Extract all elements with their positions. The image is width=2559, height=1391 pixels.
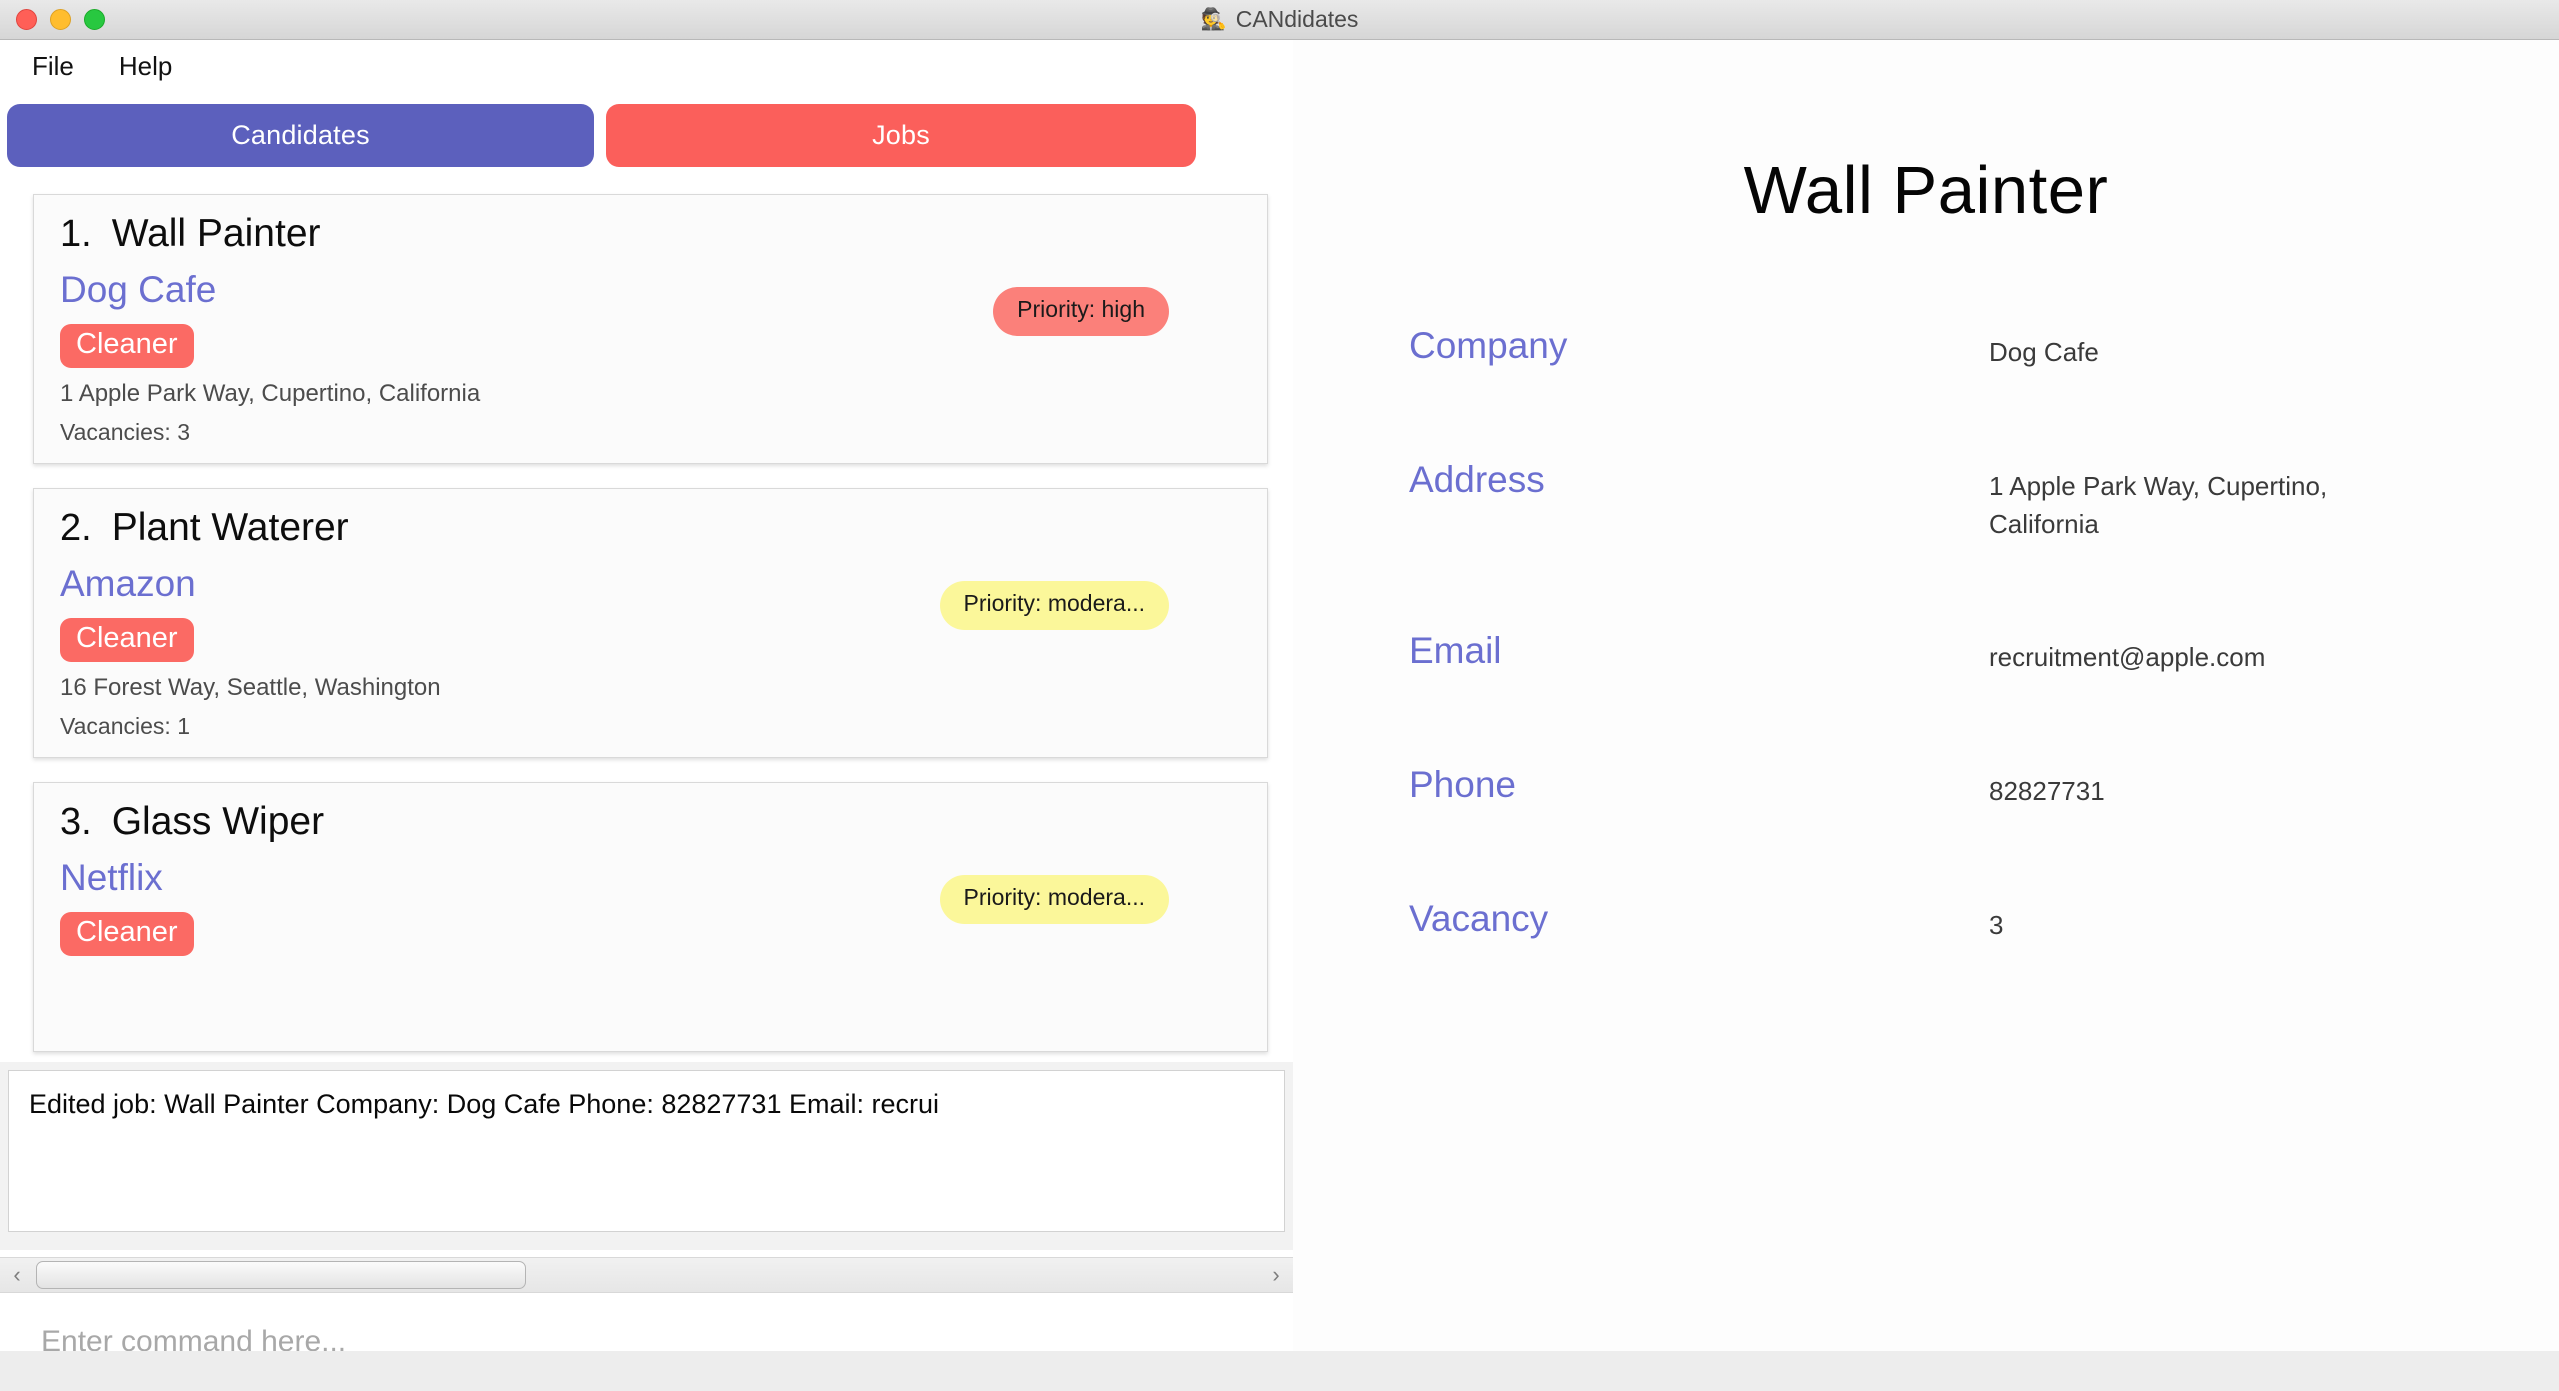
job-card-title: Glass Wiper: [111, 800, 325, 843]
detail-row-company: Company Dog Cafe: [1293, 326, 2559, 372]
menu-file[interactable]: File: [32, 51, 74, 82]
menu-bar: File Help: [0, 40, 1293, 93]
scrollbar-thumb[interactable]: [36, 1261, 526, 1289]
detail-label: Email: [1409, 630, 1502, 672]
candidates-app-icon: 🕵: [1200, 8, 1227, 31]
detail-label: Address: [1409, 459, 1545, 501]
menu-help[interactable]: Help: [119, 51, 172, 82]
detail-row-vacancy: Vacancy 3: [1293, 897, 2559, 945]
detail-value: Dog Cafe: [1989, 337, 2099, 368]
left-pane: File Help Candidates Jobs 1. Wall Painte…: [0, 40, 1293, 1391]
tab-bar: Candidates Jobs: [0, 93, 1293, 167]
job-card-tag: Cleaner: [60, 323, 194, 368]
detail-value: 82827731: [1989, 776, 2105, 807]
window-title-text: CANdidates: [1235, 6, 1359, 32]
traffic-light-group: [16, 9, 105, 30]
result-text: Edited job: Wall Painter Company: Dog Ca…: [29, 1089, 939, 1119]
detail-row-address: Address 1 Apple Park Way, Cupertino, Cal…: [1293, 459, 2559, 543]
detail-row-email: Email recruitment@apple.com: [1293, 631, 2559, 677]
job-card-title: Wall Painter: [111, 212, 321, 255]
horizontal-scrollbar[interactable]: ‹ ›: [0, 1257, 1293, 1293]
job-card-vacancies: Vacancies: 3: [60, 418, 190, 445]
detail-pane: Wall Painter Company Dog Cafe Address 1 …: [1293, 40, 2559, 1391]
job-card-tag: Cleaner: [60, 617, 194, 662]
job-card-priority-badge: Priority: modera...: [939, 875, 1169, 924]
close-window-button[interactable]: [16, 9, 37, 30]
detail-value: recruitment@apple.com: [1989, 642, 2266, 673]
job-card-heading: 2. Plant Waterer: [60, 506, 1241, 550]
tab-jobs[interactable]: Jobs: [606, 104, 1196, 167]
window-titlebar: 🕵 CANdidates: [0, 0, 2559, 40]
detail-title: Wall Painter: [1743, 153, 2109, 228]
job-card-title: Plant Waterer: [111, 506, 349, 549]
job-card-vacancies: Vacancies: 1: [60, 712, 190, 739]
job-card-index: 3.: [60, 801, 92, 843]
result-panel: Edited job: Wall Painter Company: Dog Ca…: [0, 1062, 1293, 1250]
scrollbar-track[interactable]: [34, 1258, 1259, 1292]
job-card-tag: Cleaner: [60, 911, 194, 956]
job-card-heading: 1. Wall Painter: [60, 212, 1241, 256]
job-card-index: 1.: [60, 213, 92, 255]
job-card-priority-badge: Priority: modera...: [939, 581, 1169, 630]
job-card-address: 1 Apple Park Way, Cupertino, California: [60, 379, 481, 407]
detail-label: Company: [1409, 325, 1568, 367]
window-bottom-strip: [0, 1351, 2559, 1391]
result-box: Edited job: Wall Painter Company: Dog Ca…: [8, 1070, 1285, 1232]
job-card-heading: 3. Glass Wiper: [60, 800, 1241, 844]
job-card-index: 2.: [60, 507, 92, 549]
job-card[interactable]: 1. Wall Painter Dog Cafe Cleaner 1 Apple…: [33, 194, 1268, 464]
scroll-right-arrow-icon[interactable]: ›: [1259, 1262, 1293, 1288]
detail-row-phone: Phone 82827731: [1293, 764, 2559, 811]
minimize-window-button[interactable]: [50, 9, 71, 30]
detail-field-list: Company Dog Cafe Address 1 Apple Park Wa…: [1293, 326, 2559, 944]
scroll-left-arrow-icon[interactable]: ‹: [0, 1262, 34, 1288]
tab-candidates[interactable]: Candidates: [7, 104, 594, 167]
job-card[interactable]: 3. Glass Wiper Netflix Cleaner Priority:…: [33, 782, 1268, 1052]
job-card-address: 16 Forest Way, Seattle, Washington: [60, 673, 441, 701]
detail-value: 1 Apple Park Way, Cupertino, California: [1989, 471, 2328, 539]
detail-value: 3: [1989, 909, 2004, 940]
job-card-priority-badge: Priority: high: [993, 287, 1169, 336]
window-title: 🕵 CANdidates: [0, 6, 2559, 33]
detail-label: Phone: [1409, 764, 1516, 806]
job-list: 1. Wall Painter Dog Cafe Cleaner 1 Apple…: [0, 194, 1293, 1052]
detail-label: Vacancy: [1409, 897, 1549, 939]
job-card[interactable]: 2. Plant Waterer Amazon Cleaner 16 Fores…: [33, 488, 1268, 758]
maximize-window-button[interactable]: [84, 9, 105, 30]
